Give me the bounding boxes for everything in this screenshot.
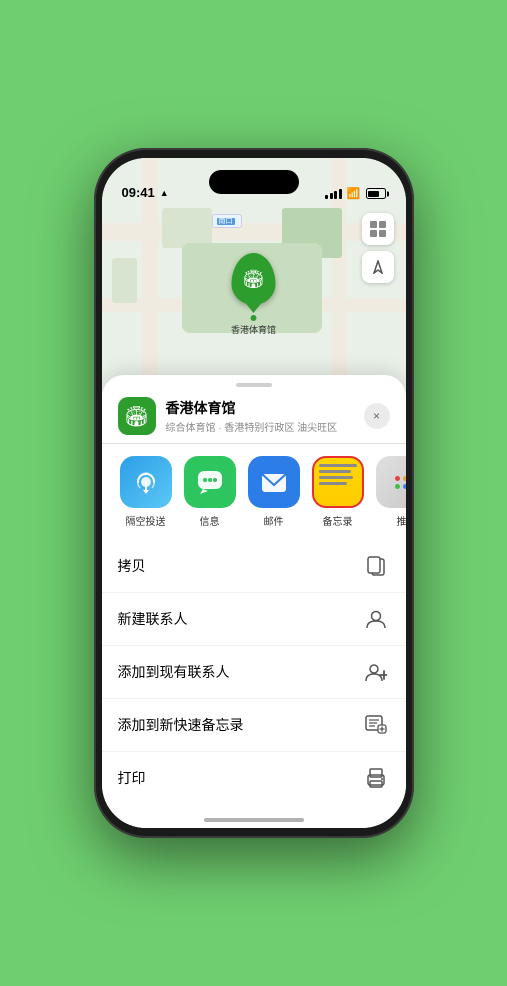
print-icon [362,764,390,792]
venue-marker[interactable]: 🏟 香港体育馆 [231,253,276,336]
share-mail[interactable]: 邮件 [242,456,306,528]
notes-line-2 [319,470,351,473]
notes-icon [312,456,364,508]
action-copy-label: 拷贝 [118,556,146,576]
action-add-existing[interactable]: 添加到现有联系人 [102,646,406,699]
share-more[interactable]: 推 [370,456,406,528]
location-button[interactable] [362,251,394,283]
more-label: 推 [397,513,406,528]
notes-label: 备忘录 [323,513,353,528]
phone-screen: 09:41 ▲ 📶 [102,158,406,828]
map-controls[interactable] [362,213,394,289]
more-icon [376,456,406,508]
notes-line-3 [319,476,353,479]
signal-bar-1 [325,195,328,199]
home-indicator [204,818,304,822]
more-dot-orange [403,476,406,481]
map-label-nankou: 南口 南口 [212,214,242,228]
more-dot-row-1 [395,476,406,481]
venue-title: 香港体育馆 [166,398,364,418]
add-contact-icon [362,658,390,686]
venue-header: 🏟 香港体育馆 综合体育馆 · 香港特别行政区 油尖旺区 × [102,387,406,444]
status-icons: 📶 [325,187,385,200]
venue-pin: 🏟 [231,253,275,305]
action-new-contact-label: 新建联系人 [118,609,188,629]
signal-bar-4 [339,189,342,199]
action-quick-note-label: 添加到新快速备忘录 [118,715,244,735]
more-dot-row-2 [395,484,406,489]
dynamic-island [209,170,299,194]
messages-icon [184,456,236,508]
signal-bar-3 [334,191,337,199]
status-time: 09:41 ▲ [122,185,169,200]
notes-line-4 [319,482,348,485]
location-arrow-icon: ▲ [160,188,169,198]
copy-icon [362,552,390,580]
share-airdrop[interactable]: 隔空投送 [114,456,178,528]
mail-icon [248,456,300,508]
action-print[interactable]: 打印 [102,752,406,804]
airdrop-label: 隔空投送 [126,513,166,528]
more-dot-blue [403,484,406,489]
share-notes[interactable]: 备忘录 [306,456,370,528]
venue-dot [250,315,256,321]
close-button[interactable]: × [364,403,390,429]
new-contact-icon [362,605,390,633]
action-list: 拷贝 新建联系人 [102,536,406,808]
action-print-label: 打印 [118,768,146,788]
more-dots [395,476,406,489]
more-dot-green [395,484,400,489]
messages-label: 信息 [200,513,220,528]
notes-lines [314,458,362,506]
venue-thumbnail: 🏟 [118,397,156,435]
more-dot-red [395,476,400,481]
action-copy[interactable]: 拷贝 [102,540,406,593]
map-type-button[interactable] [362,213,394,245]
battery-icon [366,188,386,199]
close-icon: × [373,409,380,423]
venue-pin-icon: 🏟 [242,269,265,290]
action-new-contact[interactable]: 新建联系人 [102,593,406,646]
quick-note-icon [362,711,390,739]
venue-subtitle: 综合体育馆 · 香港特别行政区 油尖旺区 [166,419,364,434]
building-1 [162,208,212,248]
signal-bar-2 [330,193,333,199]
action-add-existing-label: 添加到现有联系人 [118,662,230,682]
share-row: 隔空投送 信息 [102,444,406,536]
time-display: 09:41 [122,185,155,200]
phone-frame: 09:41 ▲ 📶 [94,148,414,838]
bottom-sheet: 🏟 香港体育馆 综合体育馆 · 香港特别行政区 油尖旺区 × [102,375,406,828]
venue-thumb-icon: 🏟 [124,404,149,429]
battery-fill [368,191,379,197]
action-quick-note[interactable]: 添加到新快速备忘录 [102,699,406,752]
mail-label: 邮件 [264,513,284,528]
venue-map-label: 香港体育馆 [231,323,276,336]
signal-bars [325,189,342,199]
venue-info: 香港体育馆 综合体育馆 · 香港特别行政区 油尖旺区 [166,398,364,434]
wifi-icon: 📶 [347,187,361,200]
share-messages[interactable]: 信息 [178,456,242,528]
airdrop-icon [120,456,172,508]
building-2 [112,258,137,303]
notes-line-1 [319,464,357,467]
